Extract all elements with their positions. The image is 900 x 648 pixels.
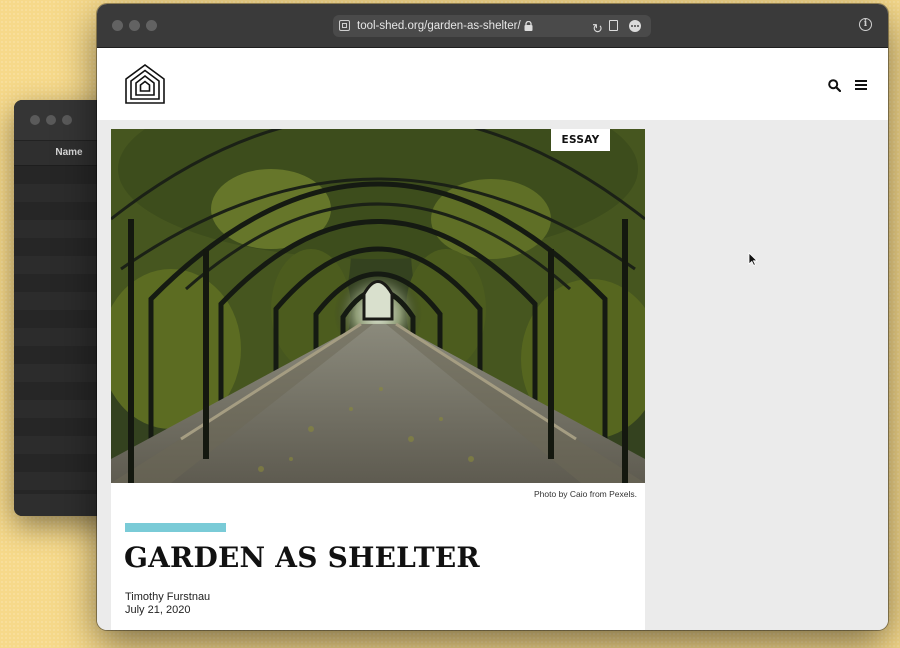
site-header bbox=[97, 48, 888, 120]
garden-tunnel-photo bbox=[111, 129, 645, 483]
article-author[interactable]: Timothy Furstnau bbox=[125, 591, 210, 603]
accent-bar bbox=[125, 523, 226, 532]
browser-toolbar: tool-shed.org/garden-as-shelter/ ↻ i bbox=[97, 4, 888, 48]
reload-icon[interactable]: ↻ bbox=[592, 18, 603, 40]
favicon-icon bbox=[339, 20, 350, 31]
zoom-button[interactable] bbox=[146, 20, 157, 31]
reader-icon[interactable] bbox=[609, 20, 618, 31]
article-card[interactable]: ESSAY Photo by Caio from Pexels. GARDEN … bbox=[111, 129, 645, 630]
close-button[interactable] bbox=[112, 20, 123, 31]
close-button[interactable] bbox=[30, 115, 40, 125]
address-url[interactable]: tool-shed.org/garden-as-shelter/ bbox=[357, 15, 521, 37]
search-icon[interactable] bbox=[828, 79, 841, 92]
essay-tag[interactable]: ESSAY bbox=[551, 129, 610, 151]
photo-credit: Photo by Caio from Pexels. bbox=[534, 489, 637, 499]
cursor-icon bbox=[748, 252, 758, 266]
hamburger-menu-icon[interactable] bbox=[855, 80, 867, 90]
minimize-button[interactable] bbox=[129, 20, 140, 31]
minimize-button[interactable] bbox=[46, 115, 56, 125]
zoom-button[interactable] bbox=[62, 115, 72, 125]
lock-icon bbox=[524, 21, 533, 31]
info-icon[interactable]: i bbox=[859, 18, 872, 31]
article-date: July 21, 2020 bbox=[125, 604, 191, 616]
browser-window[interactable]: tool-shed.org/garden-as-shelter/ ↻ i ESS… bbox=[97, 4, 888, 630]
address-bar[interactable]: tool-shed.org/garden-as-shelter/ ↻ bbox=[333, 15, 651, 37]
article-title: GARDEN AS SHELTER bbox=[124, 541, 480, 574]
hero-image[interactable] bbox=[111, 129, 645, 483]
house-logo-icon[interactable] bbox=[124, 63, 166, 105]
more-icon[interactable] bbox=[629, 20, 641, 32]
